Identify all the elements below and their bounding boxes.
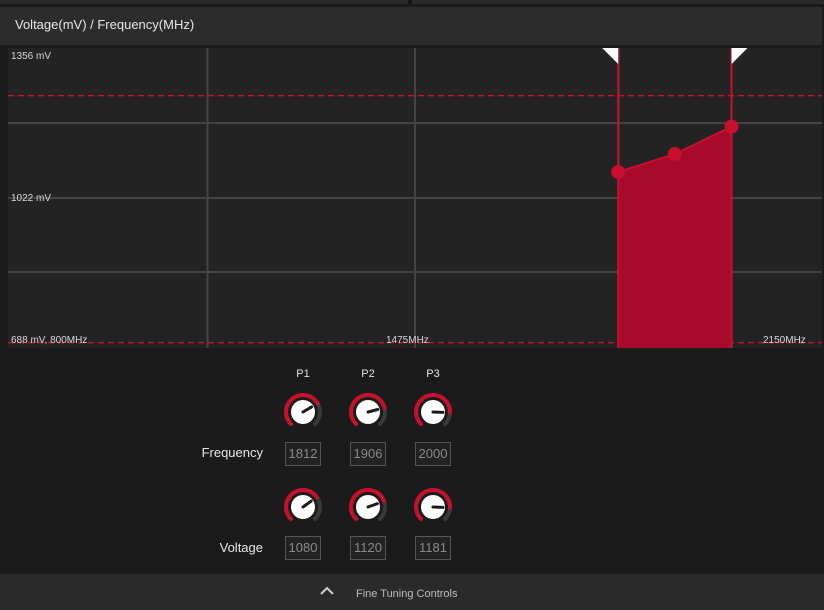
fine-tuning-label[interactable]: Fine Tuning Controls (356, 588, 458, 600)
range-start-handle[interactable] (602, 48, 619, 64)
vf-curve-chart[interactable]: 1356 mV 1022 mV 688 mV, 800MHz 1475MHz 2… (8, 48, 822, 348)
curve-point-p2[interactable] (667, 146, 682, 161)
y-mid-label: 1022 mV (11, 193, 52, 204)
frequency-row-label: Frequency (201, 445, 263, 460)
section-header: Voltage(mV) / Frequency(MHz) (0, 7, 822, 46)
column-label-p2: P2 (361, 368, 375, 380)
voltage-row-label: Voltage (219, 540, 263, 555)
x-min-label: 688 mV, 800MHz (11, 335, 88, 346)
fine-tuning-footer[interactable]: Fine Tuning Controls (0, 574, 824, 610)
p3-frequency-knob[interactable] (413, 392, 453, 432)
p2-voltage-field[interactable]: 1120 (350, 536, 386, 560)
p1-voltage-knob[interactable] (283, 487, 323, 527)
top-strip-left (0, 0, 408, 4)
y-max-label: 1356 mV (11, 51, 52, 62)
p1-frequency-knob[interactable] (283, 392, 323, 432)
p3-voltage-field[interactable]: 1181 (415, 536, 451, 560)
p2-frequency-knob[interactable] (348, 392, 388, 432)
chart-title: Voltage(mV) / Frequency(MHz) (15, 17, 195, 32)
p2-frequency-field[interactable]: 1906 (350, 442, 386, 466)
x-mid-label: 1475MHz (386, 335, 429, 346)
chart-canvas[interactable] (8, 48, 822, 348)
range-end-handle[interactable] (731, 48, 748, 64)
p3-frequency-field[interactable]: 2000 (415, 442, 451, 466)
p3-voltage-knob[interactable] (413, 487, 453, 527)
column-label-p1: P1 (296, 368, 310, 380)
x-max-label: 2150MHz (763, 335, 806, 346)
p1-voltage-field[interactable]: 1080 (285, 536, 321, 560)
curve-point-p1[interactable] (611, 164, 626, 179)
chevron-up-icon[interactable] (318, 584, 336, 598)
top-strip-right (412, 0, 824, 4)
column-label-p3: P3 (426, 368, 440, 380)
curve-point-p3[interactable] (724, 119, 739, 134)
tuning-controls: P1 P2 P3 Frequency Voltage 1812 1906 200… (0, 350, 824, 572)
p1-frequency-field[interactable]: 1812 (285, 442, 321, 466)
p2-voltage-knob[interactable] (348, 487, 388, 527)
top-strip (0, 0, 824, 4)
